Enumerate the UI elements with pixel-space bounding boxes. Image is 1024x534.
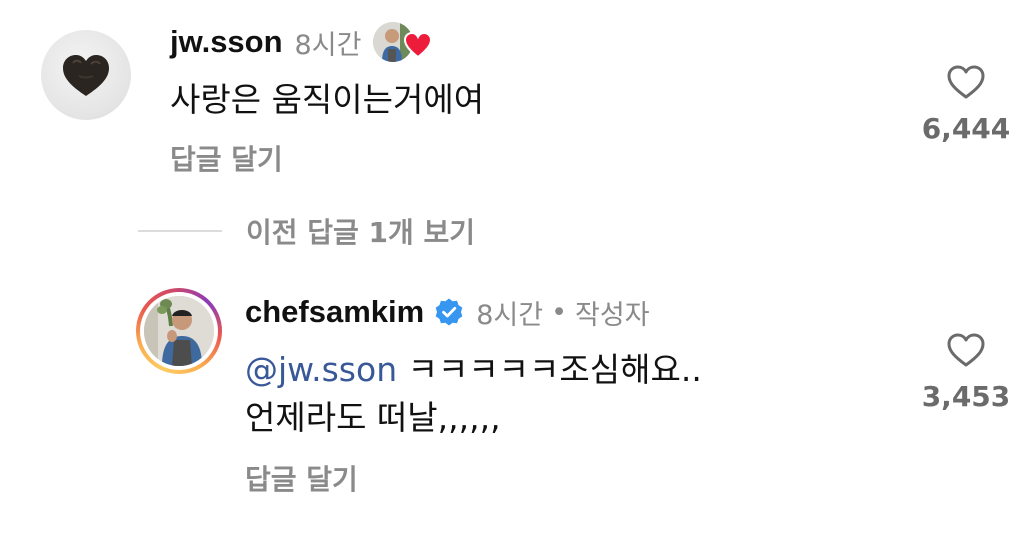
username[interactable]: jw.sson [170, 24, 283, 60]
liked-heart-icon [404, 31, 433, 59]
avatar[interactable] [41, 30, 131, 120]
like-count: 6,444 [921, 112, 1011, 145]
separator-dot: • [551, 296, 568, 328]
view-previous-replies-label[interactable]: 이전 답글 1개 보기 [246, 211, 475, 251]
timestamp: 8시간 [476, 299, 544, 331]
heart-outline-icon[interactable] [945, 330, 987, 370]
chef-photo-icon [144, 296, 214, 366]
reply-item: chefsamkim 8시간 • 작성자 @jw.sson ㅋㅋㅋㅋㅋ조심해요.… [0, 270, 1024, 510]
author-liked-badge [373, 21, 433, 63]
comment-text-line-2: 언제라도 떠날,,,,,, [245, 398, 501, 437]
comment-item: jw.sson 8시간 사랑은 움직이는거에여 답글 달기 6,444 [0, 0, 1024, 200]
heart-outline-icon[interactable] [945, 62, 987, 102]
comment-text: @jw.sson ㅋㅋㅋㅋㅋ조심해요.. 언제라도 떠날,,,,,, [245, 346, 702, 442]
comment-text-line-1: @jw.sson ㅋㅋㅋㅋㅋ조심해요.. [245, 346, 702, 394]
timestamp: 8시간 [294, 29, 362, 61]
avatar[interactable] [136, 288, 222, 374]
verified-badge-icon [435, 298, 463, 326]
like-column: 3,453 [916, 330, 1016, 413]
threads-at-icon[interactable]: @ [245, 350, 278, 389]
mention-link[interactable]: jw.sson [278, 350, 397, 389]
view-previous-replies[interactable]: 이전 답글 1개 보기 [138, 206, 475, 256]
avatar-ring-inner [140, 292, 218, 370]
comment-header: jw.sson 8시간 [170, 22, 433, 62]
reply-button[interactable]: 답글 달기 [245, 458, 358, 498]
comment-header: chefsamkim 8시간 • 작성자 [245, 292, 650, 332]
like-column: 6,444 [916, 62, 1016, 145]
truffle-heart-icon [63, 55, 109, 96]
comment-text-rest: ㅋㅋㅋㅋㅋ조심해요.. [397, 350, 702, 389]
reply-button[interactable]: 답글 달기 [170, 138, 283, 178]
comment-text: 사랑은 움직이는거에여 [170, 80, 485, 119]
avatar-photo [144, 296, 214, 366]
author-badge: 작성자 [575, 299, 650, 331]
username[interactable]: chefsamkim [245, 294, 424, 330]
like-count: 3,453 [921, 380, 1011, 413]
divider-line [138, 230, 222, 232]
